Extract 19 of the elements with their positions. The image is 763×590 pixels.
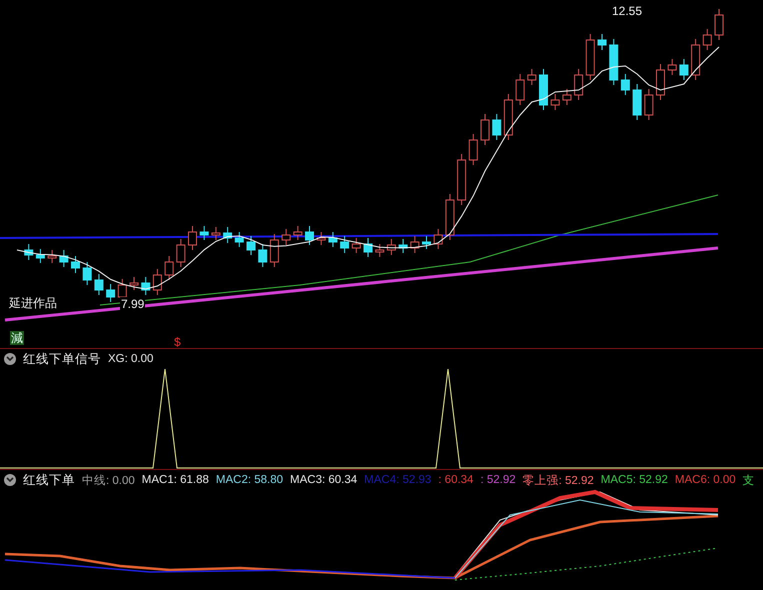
author-label: 延进作品 [9, 296, 57, 310]
indicator-reading: : 52.92 [480, 474, 516, 486]
indicator-reading: 零上强: 52.92 [522, 474, 594, 488]
indicator-reading: MAC4: 52.93 [364, 474, 432, 486]
indicator-reading: : 60.34 [438, 474, 474, 486]
indicator-reading: MAC3: 60.34 [290, 474, 358, 486]
indicator-reading: 支 [742, 474, 755, 488]
indicator-title: 红线下单 [23, 472, 75, 488]
high-price-label: 12.55 [612, 4, 642, 18]
low-price-label: 7.99 [120, 297, 146, 311]
indicator-title: 红线下单信号 [23, 350, 101, 368]
indicator-reading: 中线: 0.00 [82, 474, 135, 488]
indicator-reading: MAC5: 52.92 [600, 474, 668, 486]
indicator-reading: MAC1: 61.88 [142, 474, 209, 486]
indicator-reading: MAC6: 0.00 [674, 474, 736, 486]
signal-marker: 減 [10, 331, 24, 345]
indicator-reading: XG: 0.00 [108, 353, 154, 365]
indicator-reading: MAC2: 58.80 [216, 474, 284, 486]
signal-marker: $ [174, 335, 181, 349]
